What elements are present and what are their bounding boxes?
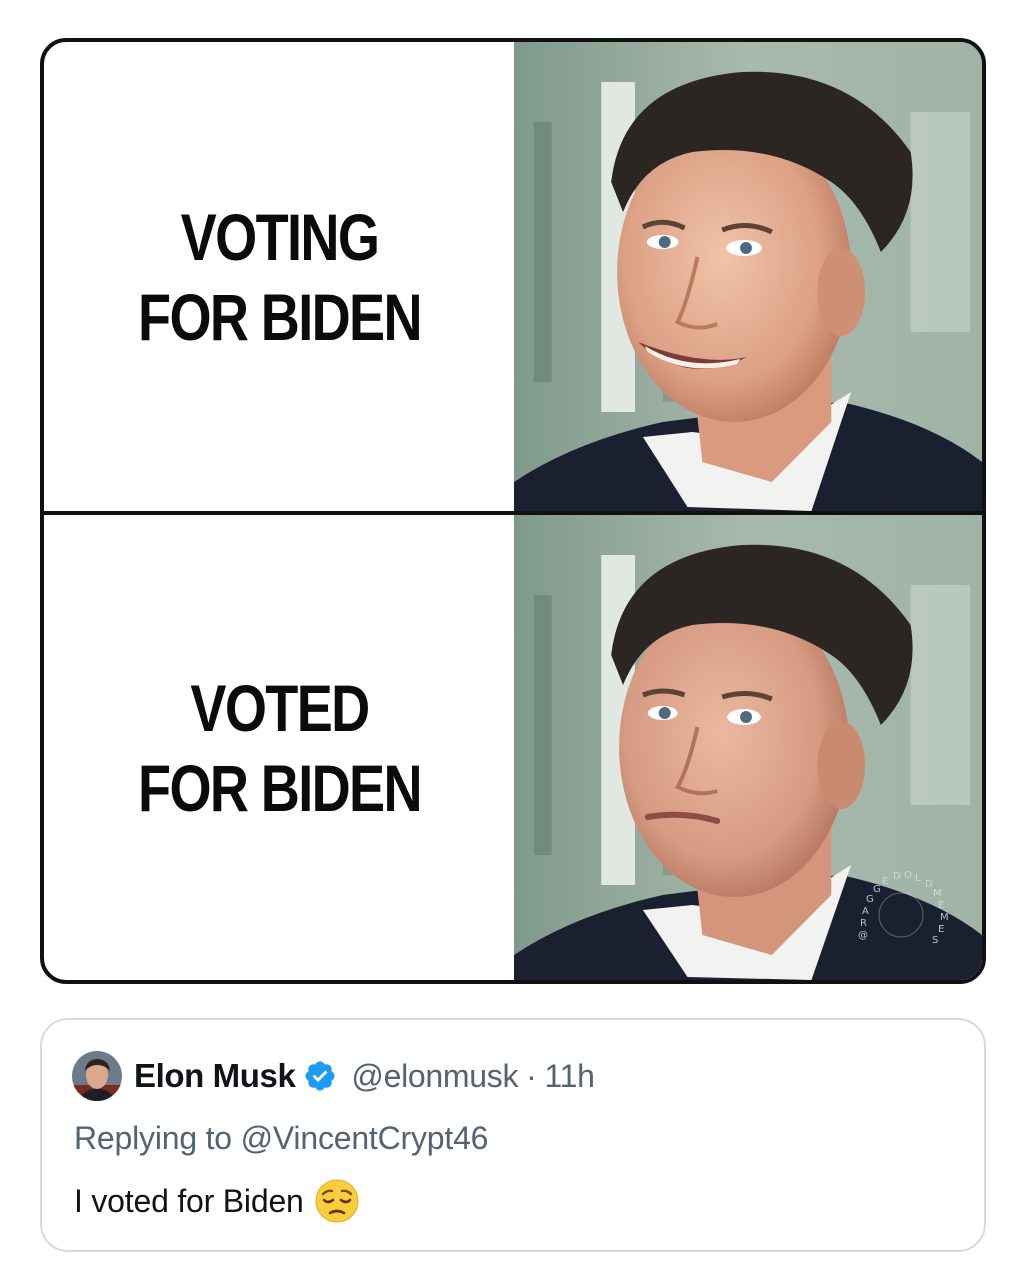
tweet-timestamp[interactable]: 11h [545,1058,595,1094]
caption-bottom: VOTED FOR BIDEN [137,668,423,828]
solemn-man-photo: @ R A G G E D O L D M E M E S [514,515,982,980]
meta-separator: · [526,1057,537,1094]
svg-text:O: O [904,870,912,881]
meme-panel-bottom: VOTED FOR BIDEN @ R A G G E D O L D M E … [44,515,982,980]
meme-panel-top: VOTING FOR BIDEN [44,42,982,511]
smiling-man-photo [514,42,982,511]
svg-text:M: M [940,912,949,923]
verified-badge-icon [303,1059,337,1093]
replying-to-line: Replying to @VincentCrypt46 [74,1120,489,1156]
svg-text:E: E [938,924,944,935]
svg-text:D: D [893,871,901,882]
svg-text:@: @ [858,930,868,941]
avatar[interactable] [72,1051,122,1101]
svg-text:A: A [862,906,869,917]
quoted-tweet-card[interactable]: Elon Musk @elonmusk · 11h Replying to @Vin… [40,1018,986,1252]
caption-bottom-line-2: FOR BIDEN [137,750,423,825]
svg-text:G: G [866,894,874,905]
tweet-body: I voted for Biden [74,1178,360,1224]
meme-divider [44,511,982,515]
meme-image: VOTING FOR BIDEN VOTED FOR BIDEN @ R A G… [40,38,986,984]
svg-text:S: S [932,935,938,946]
watermark-logo: @ R A G G E D O L D M E M E S [846,860,956,970]
author-name[interactable]: Elon Musk [134,1057,296,1095]
tweet-header: Elon Musk @elonmusk · 11h [72,1050,595,1102]
caption-cell-bottom: VOTED FOR BIDEN [44,515,514,980]
caption-top: VOTING FOR BIDEN [137,197,423,357]
caption-bottom-line-1: VOTED [189,670,370,745]
svg-text:R: R [860,918,867,929]
caption-cell-top: VOTING FOR BIDEN [44,42,514,511]
pensive-face-emoji-icon [314,1178,360,1224]
svg-text:E: E [938,900,944,911]
author-handle[interactable]: @elonmusk [351,1058,518,1094]
tweet-meta: @elonmusk · 11h [351,1057,595,1095]
caption-top-line-1: VOTING [180,199,379,274]
svg-text:M: M [933,888,942,899]
svg-text:E: E [882,876,888,887]
svg-text:G: G [873,884,881,895]
svg-text:L: L [915,873,921,884]
svg-text:D: D [925,879,933,890]
tweet-text: I voted for Biden [74,1182,304,1219]
caption-top-line-2: FOR BIDEN [137,279,423,354]
